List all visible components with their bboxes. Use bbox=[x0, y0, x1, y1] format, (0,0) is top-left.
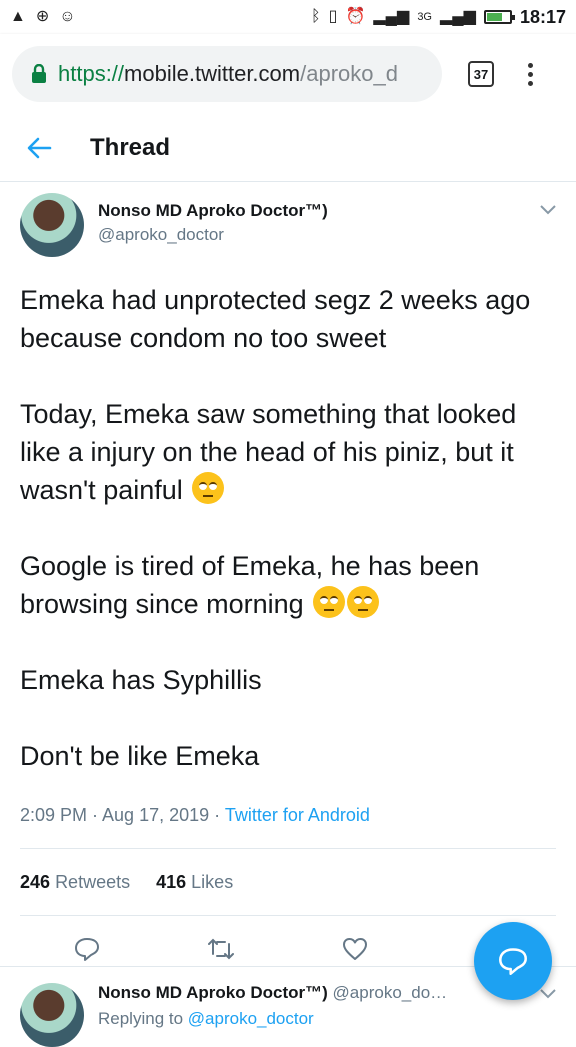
tweet-source-link[interactable]: Twitter for Android bbox=[225, 805, 370, 825]
back-arrow-icon[interactable] bbox=[26, 135, 52, 161]
globe-icon: ⊕ bbox=[35, 8, 50, 25]
tweet-paragraph: Emeka has Syphillis bbox=[20, 665, 262, 695]
retweets-stat[interactable]: 246 Retweets bbox=[20, 872, 130, 893]
alarm-icon: ⏰ bbox=[345, 8, 366, 25]
main-tweet: Nonso MD Aproko Doctor™) @aproko_doctor … bbox=[0, 183, 576, 980]
tweet-paragraph: Emeka had unprotected segz 2 weeks ago b… bbox=[20, 285, 531, 353]
avatar[interactable] bbox=[20, 983, 84, 1047]
reply-icon[interactable] bbox=[74, 936, 100, 962]
compose-reply-button[interactable] bbox=[474, 922, 552, 1000]
signal-icon: ▂▄▆ bbox=[440, 8, 476, 25]
reply-author-line: Nonso MD Aproko Doctor™) @aproko_do… bbox=[98, 983, 447, 1003]
warning-icon: ▲ bbox=[10, 8, 26, 25]
tweet-author: Nonso MD Aproko Doctor™) @aproko_doctor bbox=[20, 193, 556, 257]
url-bar[interactable]: https://mobile.twitter.com/aproko_d bbox=[12, 46, 442, 102]
reply-author-display-name[interactable]: Nonso MD Aproko Doctor™) bbox=[98, 983, 328, 1002]
tweet-stats: 246 Retweets 416 Likes bbox=[20, 849, 556, 915]
avatar[interactable] bbox=[20, 193, 84, 257]
reply-bubble-icon bbox=[499, 948, 527, 975]
likes-stat[interactable]: 416 Likes bbox=[156, 872, 233, 893]
url-text: https://mobile.twitter.com/aproko_d bbox=[58, 61, 398, 86]
tweet-paragraph: Google is tired of Emeka, he has been br… bbox=[20, 551, 480, 619]
thread-header: Thread bbox=[0, 114, 576, 182]
status-bar: ▲ ⊕ ☺ ᛒ ▯ ⏰ ▂▄▆ 3G ▂▄▆ 18:17 bbox=[0, 0, 576, 34]
signal-icon: ▂▄▆ bbox=[373, 8, 410, 25]
lock-icon bbox=[32, 64, 46, 83]
tweet-text: Emeka had unprotected segz 2 weeks ago b… bbox=[20, 281, 556, 775]
vibrate-icon: ▯ bbox=[328, 8, 338, 25]
message-icon: ☺ bbox=[59, 8, 76, 25]
reply-author-handle[interactable]: @aproko_do… bbox=[333, 983, 448, 1002]
page-title: Thread bbox=[90, 133, 171, 161]
like-heart-icon[interactable] bbox=[342, 936, 368, 962]
author-display-name[interactable]: Nonso MD Aproko Doctor™) bbox=[98, 201, 328, 221]
bluetooth-icon: ᛒ bbox=[311, 8, 321, 25]
chevron-down-icon[interactable] bbox=[540, 205, 556, 215]
retweet-icon[interactable] bbox=[208, 936, 234, 962]
replying-to-link[interactable]: @aproko_doctor bbox=[188, 1009, 314, 1028]
battery-icon bbox=[483, 10, 515, 24]
network-type: 3G bbox=[417, 11, 432, 23]
tweet-paragraph: Today, Emeka saw something that looked l… bbox=[20, 399, 517, 505]
browser-menu-button[interactable] bbox=[528, 62, 533, 86]
clock: 18:17 bbox=[519, 6, 566, 27]
thinking-face-emoji-icon bbox=[192, 472, 225, 504]
author-handle[interactable]: @aproko_doctor bbox=[98, 225, 328, 245]
eye-roll-emoji-icon bbox=[313, 586, 346, 618]
tweet-timestamp: 2:09 PM · Aug 17, 2019 · Twitter for And… bbox=[20, 805, 370, 825]
eye-roll-emoji-icon bbox=[347, 586, 380, 618]
tweet-paragraph: Don't be like Emeka bbox=[20, 741, 260, 771]
replying-to: Replying to @aproko_doctor bbox=[98, 1009, 314, 1028]
browser-toolbar: https://mobile.twitter.com/aproko_d 37 bbox=[0, 34, 576, 114]
chevron-down-icon[interactable] bbox=[540, 989, 556, 999]
tab-switcher-button[interactable]: 37 bbox=[468, 61, 494, 87]
